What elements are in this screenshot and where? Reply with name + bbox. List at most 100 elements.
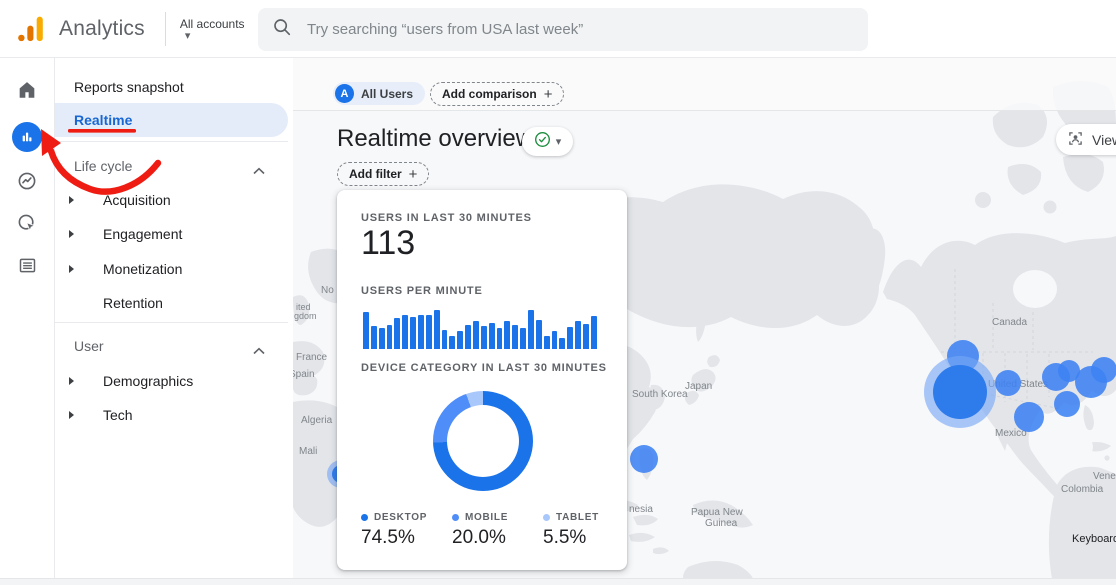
nav-item-label: Realtime	[74, 112, 132, 128]
minute-bar	[418, 315, 424, 349]
view-label: View	[1092, 132, 1116, 148]
view-user-snapshot-button[interactable]: View	[1056, 124, 1116, 155]
users-30min-value: 113	[361, 224, 415, 263]
users-per-minute-label: USERS PER MINUTE	[361, 285, 483, 297]
comparison-avatar: A	[335, 84, 354, 103]
minute-bar	[457, 331, 463, 349]
minute-bar	[583, 324, 589, 349]
plus-icon: +	[544, 86, 553, 103]
nav-item-retention[interactable]: Retention	[54, 288, 293, 318]
nav-item-engagement[interactable]: Engagement	[54, 219, 293, 249]
search-bar[interactable]	[258, 8, 868, 51]
all-users-chip[interactable]: A All Users	[333, 82, 425, 105]
minute-bar	[528, 310, 534, 349]
search-icon	[272, 17, 292, 42]
expand-arrow-icon	[69, 230, 74, 238]
minute-bar	[559, 338, 565, 349]
user-location-bubble	[630, 445, 658, 473]
device-donut	[433, 391, 533, 491]
nav-item-label: Retention	[103, 295, 163, 311]
keyboard-shortcuts-label[interactable]: Keyboard	[1072, 533, 1116, 545]
account-selector[interactable]: All accounts ▾	[180, 17, 245, 41]
expand-arrow-icon	[69, 377, 74, 385]
nav-section-user[interactable]: User	[54, 331, 293, 361]
minute-bar	[442, 330, 448, 349]
check-circle-icon	[534, 131, 551, 153]
rail-library-button[interactable]	[0, 250, 54, 286]
nav-item-label: Acquisition	[103, 192, 171, 208]
library-icon	[17, 255, 38, 281]
rail-advertising-button[interactable]	[0, 207, 54, 243]
nav-divider	[54, 322, 288, 323]
page-title: Realtime overview	[337, 125, 533, 153]
legend-label: TABLET	[556, 512, 599, 523]
nav-item-label: Reports snapshot	[74, 79, 184, 95]
minute-bar	[387, 325, 393, 349]
nav-item-demographics[interactable]: Demographics	[54, 366, 293, 396]
nav-item-monetization[interactable]: Monetization	[54, 254, 293, 284]
search-input[interactable]	[305, 20, 829, 39]
rail-home-button[interactable]	[0, 74, 54, 110]
app-title: Analytics	[59, 17, 145, 41]
minute-bar	[512, 325, 518, 349]
caret-down-icon: ▾	[556, 135, 562, 148]
add-filter-label: Add filter	[349, 167, 402, 181]
rail-explore-button[interactable]	[0, 165, 54, 201]
legend-value: 5.5%	[543, 527, 599, 549]
minute-bar	[567, 327, 573, 349]
user-snapshot-icon	[1068, 131, 1083, 149]
main-content: Canada United States Mexico Japan South …	[293, 57, 1116, 584]
legend-dot	[361, 514, 368, 521]
add-comparison-button[interactable]: Add comparison +	[430, 82, 564, 106]
legend-value: 74.5%	[361, 527, 427, 549]
legend-mobile: MOBILE 20.0%	[452, 512, 508, 549]
minute-bar	[544, 336, 550, 349]
legend-dot	[452, 514, 459, 521]
plus-icon: +	[409, 166, 418, 183]
user-location-bubble	[995, 370, 1021, 396]
user-location-bubble	[924, 356, 996, 428]
add-comparison-label: Add comparison	[442, 87, 537, 101]
nav-item-tech[interactable]: Tech	[54, 400, 293, 430]
nav-item-acquisition[interactable]: Acquisition	[54, 185, 293, 215]
chevron-up-icon	[253, 162, 265, 178]
minute-bar	[473, 321, 479, 349]
nav-section-label: User	[74, 338, 104, 354]
top-bar: Analytics All accounts ▾	[0, 0, 1116, 58]
reports-icon	[12, 122, 42, 152]
minute-bar	[497, 328, 503, 349]
minute-bar	[371, 326, 377, 349]
minute-bar	[504, 321, 510, 349]
user-location-bubble-core	[933, 365, 987, 419]
rail-reports-button[interactable]	[0, 119, 54, 155]
minute-bar	[591, 316, 597, 349]
nav-item-label: Monetization	[103, 261, 182, 277]
users-per-minute-chart	[363, 307, 597, 349]
account-selector-label: All accounts	[180, 17, 245, 31]
chevron-up-icon	[253, 342, 265, 358]
caret-down-icon: ▾	[185, 31, 191, 41]
nav-section-label: Life cycle	[74, 158, 132, 174]
user-location-bubble	[1054, 391, 1080, 417]
nav-rail	[0, 57, 55, 584]
user-location-bubble	[1091, 357, 1116, 383]
add-filter-button[interactable]: Add filter +	[337, 162, 429, 186]
minute-bar	[575, 321, 581, 349]
minute-bar	[520, 328, 526, 349]
minute-bar	[489, 323, 495, 349]
expand-arrow-icon	[69, 265, 74, 273]
nav-section-lifecycle[interactable]: Life cycle	[54, 151, 293, 181]
minute-bar	[379, 328, 385, 349]
minute-bar	[363, 312, 369, 349]
minute-bar	[449, 336, 455, 349]
minute-bar	[410, 317, 416, 349]
expand-arrow-icon	[69, 411, 74, 419]
realtime-summary-card: USERS IN LAST 30 MINUTES 113 USERS PER M…	[337, 190, 627, 570]
nav-item-reports-snapshot[interactable]: Reports snapshot	[54, 72, 293, 102]
nav-item-realtime[interactable]: Realtime	[54, 103, 288, 137]
legend-value: 20.0%	[452, 527, 508, 549]
nav-item-label: Demographics	[103, 373, 193, 389]
legend-label: DESKTOP	[374, 512, 427, 523]
report-status-button[interactable]: ▾	[522, 127, 573, 156]
explore-icon	[16, 170, 38, 197]
